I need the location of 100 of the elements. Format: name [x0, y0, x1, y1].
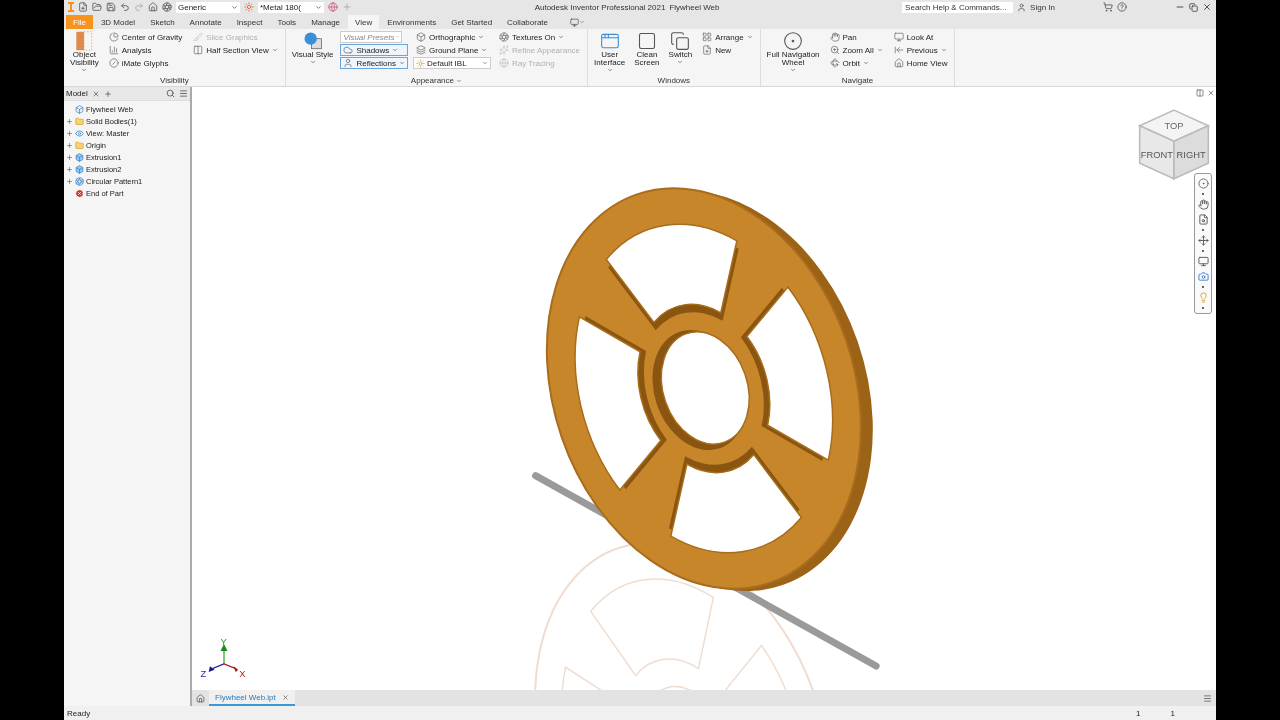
ribbon-button[interactable]: Pan: [826, 31, 886, 43]
caret-icon: [315, 3, 322, 11]
ribbon-button[interactable]: Previous: [890, 44, 951, 56]
restore-icon[interactable]: [1189, 2, 1198, 12]
caret-icon: [271, 47, 278, 53]
caret-icon: [309, 59, 316, 65]
home-icon[interactable]: [148, 2, 158, 12]
zoom-icon[interactable]: [1197, 214, 1209, 225]
ribbon-button[interactable]: User Interface: [592, 31, 628, 73]
split-view-icon[interactable]: [1196, 89, 1204, 97]
undo-icon[interactable]: [120, 2, 130, 12]
aperture-icon[interactable]: [162, 2, 172, 12]
expand-toggle[interactable]: [66, 177, 73, 185]
expand-toggle[interactable]: [66, 141, 73, 149]
window-icon: [636, 31, 657, 51]
light-icon[interactable]: [1197, 292, 1209, 303]
axis-triad-drawing: [208, 643, 239, 673]
globe-icon[interactable]: [328, 2, 338, 12]
visual-presets-dropdown[interactable]: Visual Presets: [340, 31, 403, 43]
caret-icon: [940, 47, 947, 53]
ribbon-tab[interactable]: Manage: [304, 15, 348, 29]
add-tab-icon[interactable]: [103, 89, 112, 98]
object-visibility-icon: [75, 31, 94, 51]
pan-icon[interactable]: [1197, 199, 1209, 210]
ribbon-button[interactable]: Arrange: [699, 31, 756, 43]
ribbon-tab[interactable]: Environments: [380, 15, 444, 29]
ribbon-button[interactable]: Analysis: [105, 44, 186, 56]
ribbon-tab[interactable]: Get Started: [444, 15, 500, 29]
close-icon[interactable]: [1207, 89, 1215, 97]
ribbon-button[interactable]: Half Section View: [190, 44, 281, 56]
ribbon-tab[interactable]: 3D Model: [93, 15, 143, 29]
window-title: Autodesk Inventor Professional 2021: [534, 2, 666, 12]
look-at-icon[interactable]: [1197, 256, 1209, 267]
close-icon[interactable]: [91, 89, 100, 98]
material-dropdown[interactable]: Generic: [176, 1, 240, 13]
ribbon-button[interactable]: Center of Gravity: [105, 31, 186, 43]
new-file-icon[interactable]: [78, 2, 88, 12]
ribbon-button[interactable]: Shadows: [340, 44, 408, 56]
axis-label: Z: [200, 667, 207, 678]
axis-label: Y: [220, 638, 227, 648]
ribbon-button[interactable]: Ground Plane: [413, 44, 491, 56]
sign-in-link[interactable]: Sign In: [1030, 2, 1055, 12]
browser-tab[interactable]: Model: [66, 89, 88, 98]
cube-face-label: RIGHT: [1176, 150, 1206, 161]
ribbon-tab[interactable]: View: [348, 15, 380, 29]
status-count: 1: [1170, 708, 1175, 718]
tool-icon: [702, 32, 713, 42]
camera-icon[interactable]: [1197, 271, 1209, 282]
ribbon-button[interactable]: Zoom All: [826, 44, 886, 56]
caret-icon: [399, 60, 405, 66]
add-icon[interactable]: [342, 2, 352, 12]
tool-icon: [499, 32, 509, 42]
ribbon-button[interactable]: Object Visibility: [68, 31, 101, 73]
ribbon-button[interactable]: iMate Glyphs: [105, 57, 186, 69]
ribbon-button[interactable]: Textures On: [496, 31, 584, 43]
ribbon-button[interactable]: New: [699, 44, 756, 56]
part-icon: [75, 104, 84, 114]
display-menu-icon[interactable]: [570, 15, 585, 29]
ribbon-button[interactable]: Home View: [890, 57, 951, 69]
ribbon-tab[interactable]: Collaborate: [500, 15, 555, 29]
help-icon[interactable]: [1117, 2, 1127, 12]
close-icon[interactable]: [1202, 2, 1212, 12]
ribbon-button[interactable]: Switch: [666, 31, 695, 65]
ribbon-tab[interactable]: Sketch: [143, 15, 182, 29]
expand-toggle[interactable]: [66, 153, 73, 161]
document-title: Flywheel Web: [669, 2, 720, 12]
ribbon-button[interactable]: Full Navigation Wheel: [764, 31, 822, 73]
document-tab[interactable]: Flywheel Web.ipt: [209, 690, 295, 706]
expand-toggle[interactable]: [66, 165, 73, 173]
open-folder-icon[interactable]: [92, 2, 102, 12]
ribbon-button[interactable]: Visual Style: [289, 31, 336, 65]
cart-icon[interactable]: [1103, 2, 1113, 12]
caret-icon: [396, 34, 400, 40]
caret-icon: [456, 77, 462, 84]
menu-icon[interactable]: [179, 89, 188, 98]
ribbon-button[interactable]: Look At: [890, 31, 951, 43]
save-icon[interactable]: [106, 2, 116, 12]
axis-label: X: [239, 667, 246, 678]
search-field[interactable]: Search Help & Commands...: [902, 1, 1014, 13]
ribbon-button[interactable]: Reflections: [340, 57, 408, 69]
ribbon-tab[interactable]: Tools: [270, 15, 304, 29]
ribbon-tab[interactable]: Inspect: [229, 15, 270, 29]
view-cube[interactable]: TOP FRONT RIGHT: [1136, 107, 1212, 185]
panel-title[interactable]: Appearance: [410, 75, 462, 86]
cube-face-label: TOP: [1164, 120, 1184, 131]
ribbon-button[interactable]: Clean Screen: [632, 31, 662, 67]
appearance-dropdown[interactable]: *Metal 180(: [258, 1, 324, 13]
ribbon-button[interactable]: Orthographic: [413, 31, 491, 43]
expand-toggle[interactable]: [66, 129, 73, 137]
ribbon-tab[interactable]: Annotate: [182, 15, 229, 29]
sun-icon: [416, 58, 425, 68]
redo-icon[interactable]: [134, 2, 144, 12]
lighting-dropdown[interactable]: Default IBL: [413, 57, 491, 69]
folder-icon: [75, 116, 84, 126]
tool-icon: [893, 32, 904, 42]
ribbon-button[interactable]: Orbit: [826, 57, 886, 69]
close-icon[interactable]: [281, 693, 289, 701]
expand-toggle[interactable]: [66, 117, 73, 125]
search-icon[interactable]: [166, 89, 175, 98]
orbit-icon[interactable]: [1197, 235, 1209, 246]
